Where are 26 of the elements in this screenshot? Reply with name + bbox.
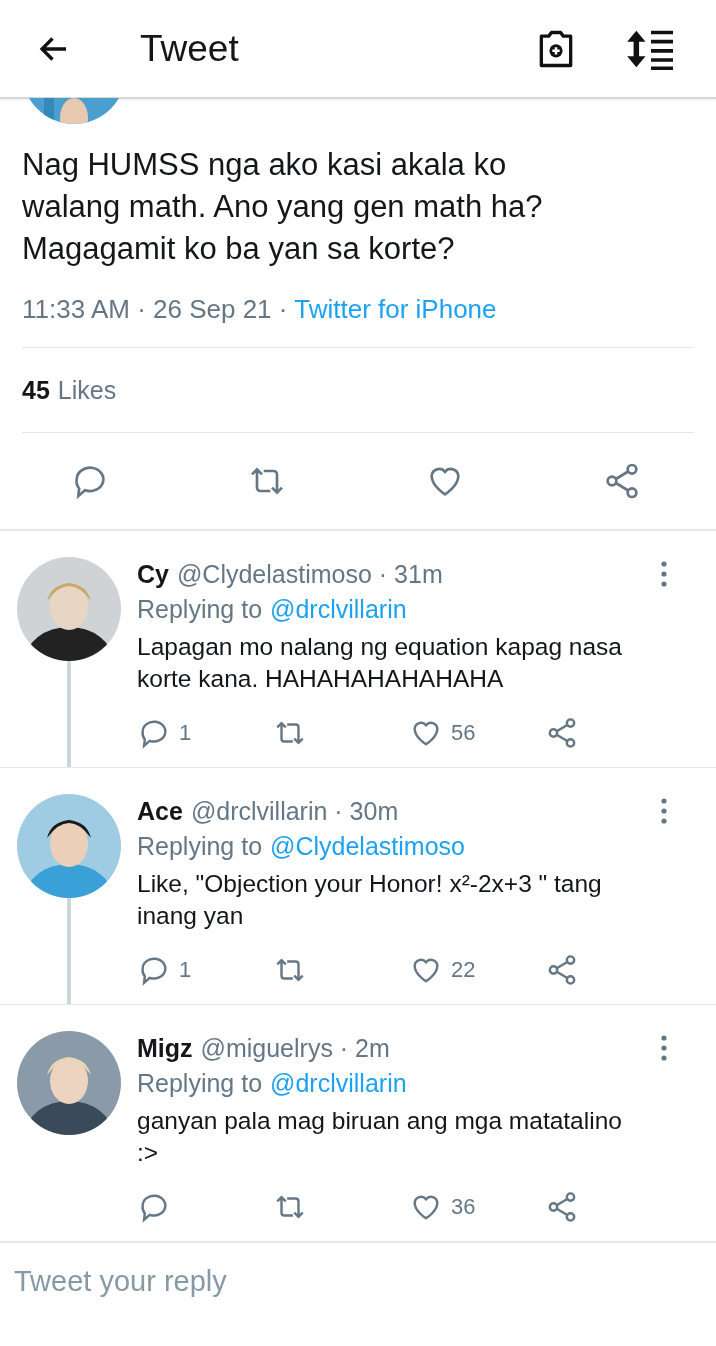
replying-label: Replying to bbox=[137, 594, 263, 625]
user-handle: @Clydelastimoso · 31m bbox=[176, 559, 443, 589]
user-name[interactable]: Migz bbox=[137, 1033, 193, 1063]
likes-label: Likes bbox=[57, 376, 117, 405]
more-options-icon[interactable] bbox=[660, 561, 668, 587]
user-name[interactable]: Ace bbox=[137, 796, 183, 826]
reply-text: ganyan pala mag biruan ang mga matatalino :> bbox=[137, 1106, 623, 1168]
more-options-icon[interactable] bbox=[660, 798, 668, 824]
page-title: Tweet bbox=[140, 27, 239, 70]
user-handle: @drclvillarin · 30m bbox=[190, 796, 399, 826]
tweet-timestamp: 11:33 AM · 26 Sep 21 · bbox=[22, 294, 289, 324]
reply-count: 1 bbox=[179, 720, 192, 746]
like-count: 36 bbox=[451, 1194, 476, 1220]
tweet-text: Nag HUMSS nga ako kasi akala ko walang math. Ano yang gen math ha? Magagamit ko ba yan sa korte? bbox=[22, 146, 544, 268]
reply-count: 1 bbox=[179, 957, 192, 983]
like-count: 56 bbox=[451, 720, 476, 746]
replying-label: Replying to bbox=[137, 1068, 263, 1099]
reply-text: Like, "Objection your Honor! x²-2x+3 " tang inang yan bbox=[137, 869, 603, 931]
like-count: 22 bbox=[451, 957, 476, 983]
more-options-icon[interactable] bbox=[660, 1035, 668, 1061]
user-handle: @miguelrys · 2m bbox=[200, 1033, 390, 1063]
reply-input[interactable]: Tweet your reply bbox=[14, 1265, 702, 1298]
likes-count[interactable]: 45 bbox=[22, 376, 50, 405]
user-name[interactable]: Cy bbox=[137, 559, 169, 589]
replying-label: Replying to bbox=[137, 831, 263, 862]
reply-text: Lapagan mo nalang ng equation kapag nasa korte kana. HAHAHAHAHAHAHA bbox=[137, 632, 623, 694]
